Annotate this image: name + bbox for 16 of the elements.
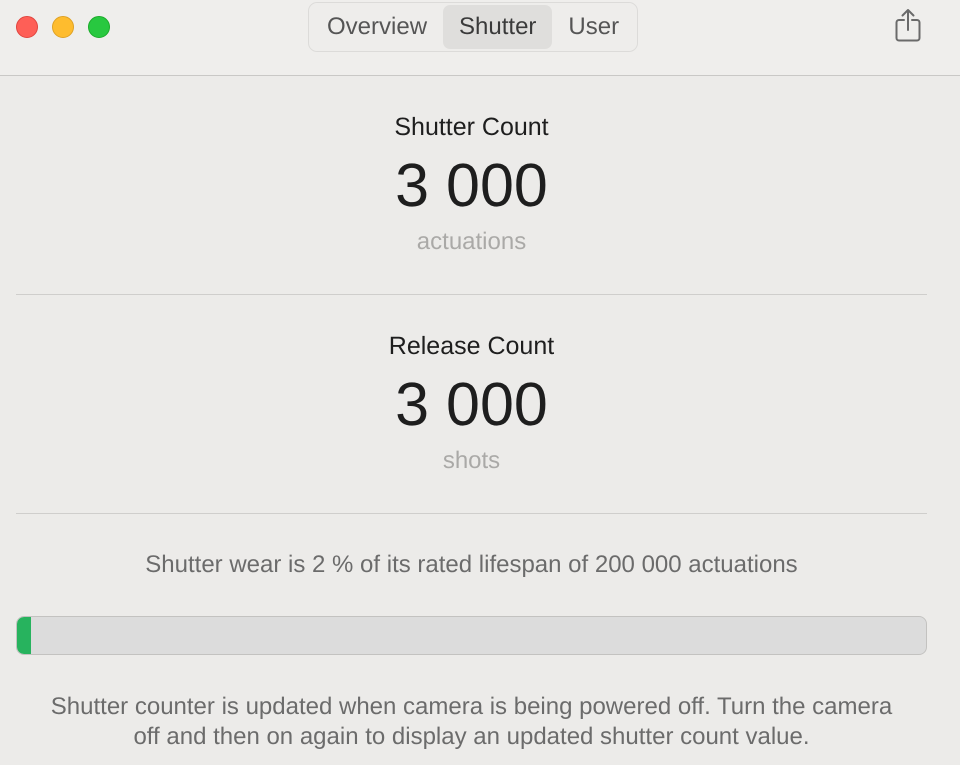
close-button[interactable]	[16, 16, 38, 38]
tab[interactable]: User	[552, 5, 636, 49]
counter-title: Shutter Count	[393, 113, 550, 141]
counter-unit: actuations	[416, 228, 528, 256]
counter-value: 3 000	[394, 153, 549, 217]
zoom-button[interactable]	[88, 16, 110, 38]
counter-value: 3 000	[394, 372, 549, 436]
tab[interactable]: Shutter	[443, 5, 552, 49]
counter-title: Release Count	[388, 332, 556, 360]
share-icon	[895, 8, 921, 42]
wear-text: Shutter wear is 2 % of its rated lifespan of 200 000 actuations	[144, 551, 799, 579]
note-text: Shutter counter is updated when camera is being powered off. Turn the camera off and then on again to display an updated shutter count value.	[50, 692, 894, 752]
counter-unit: shots	[442, 447, 502, 475]
tab[interactable]: Overview	[311, 5, 444, 49]
share-button[interactable]	[895, 8, 921, 42]
minimize-button[interactable]	[52, 16, 74, 38]
